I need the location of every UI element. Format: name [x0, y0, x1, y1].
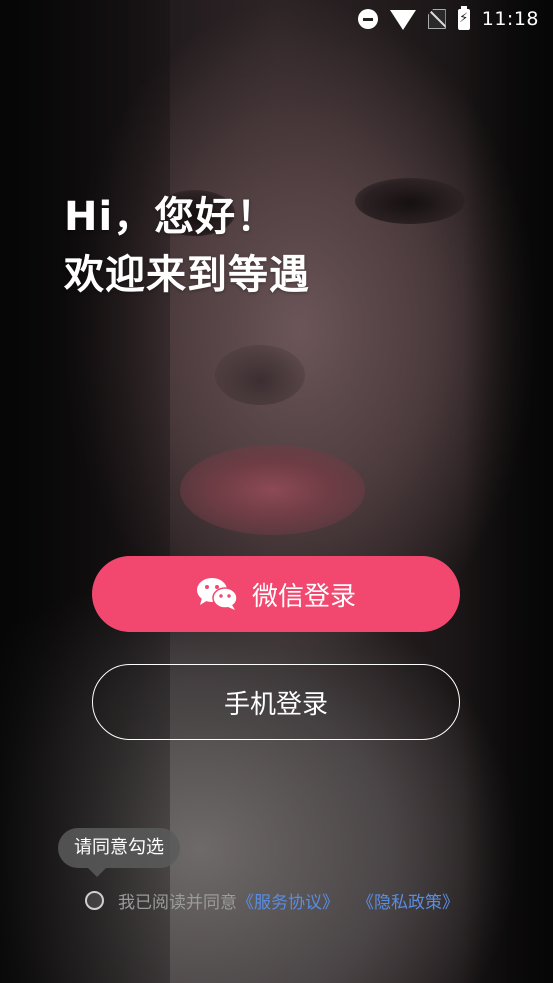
wechat-icon [196, 578, 238, 610]
service-agreement-link[interactable]: 《服务协议》 [237, 888, 339, 913]
phone-login-label: 手机登录 [223, 689, 328, 720]
nose-shadow [215, 345, 305, 405]
agreement-prefix: 我已阅读并同意 [118, 893, 237, 913]
greeting-line-2: 欢迎来到等遇 [64, 252, 310, 298]
lips [180, 445, 365, 535]
agreement-checkbox[interactable] [85, 891, 104, 910]
greeting: Hi，您好！ 欢迎来到等遇 [64, 188, 310, 304]
hair-right-shadow [463, 0, 553, 983]
agree-tooltip: 请同意勾选 [58, 828, 180, 877]
status-bar: 11:18 [0, 0, 553, 38]
wifi-icon [389, 10, 416, 30]
battery-charging-icon [457, 5, 470, 30]
agreement-row: 我已阅读并同意 《服务协议》 《隐私政策》 [85, 888, 459, 913]
eye-shadow-right [355, 178, 465, 224]
do-not-disturb-icon [357, 9, 378, 29]
clock: 11:18 [481, 8, 539, 30]
wechat-login-button[interactable]: 微信登录 [92, 556, 460, 632]
privacy-policy-link[interactable]: 《隐私政策》 [357, 888, 459, 913]
greeting-line-1: Hi，您好！ [64, 194, 278, 240]
wechat-login-label: 微信登录 [251, 581, 356, 612]
phone-login-button[interactable]: 手机登录 [92, 664, 460, 740]
no-sim-icon [427, 9, 446, 29]
